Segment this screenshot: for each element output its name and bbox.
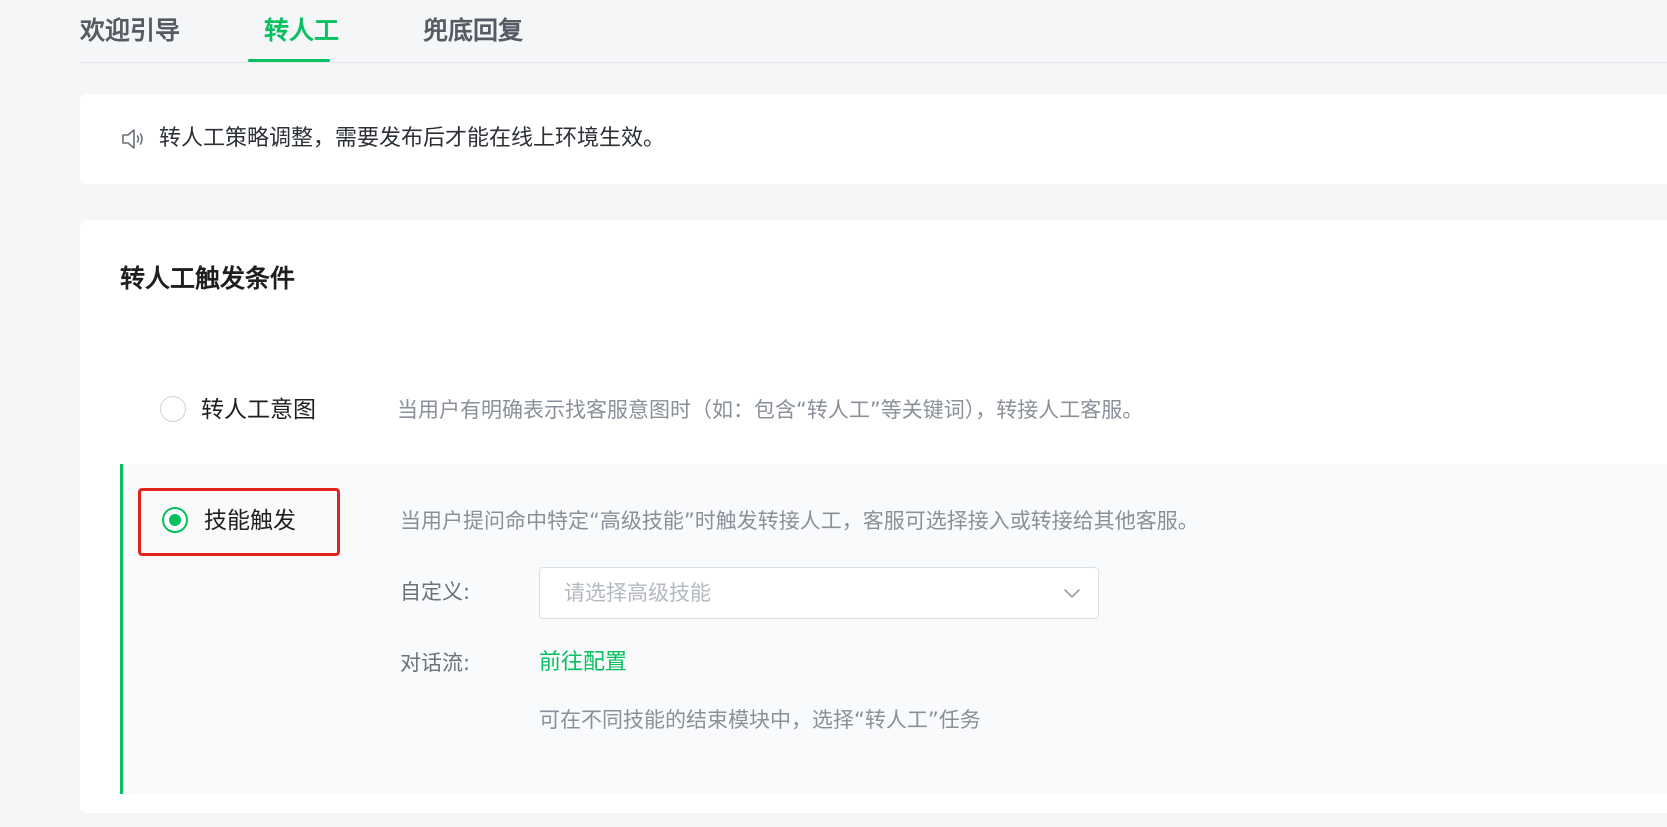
tab-bar: 欢迎引导 转人工 兜底回复 [80,0,1667,63]
chevron-down-icon [1064,589,1080,598]
notice-bar: 转人工策略调整，需要发布后才能在线上环境生效。 [80,94,1667,184]
page: 欢迎引导 转人工 兜底回复 转人工策略调整，需要发布后才能在线上环境生效。 转人… [0,0,1667,827]
option-description-transfer-intent: 当用户有明确表示找客服意图时（如：包含“转人工”等关键词），转接人工客服。 [397,398,1144,422]
section-title: 转人工触发条件 [120,264,296,293]
dialog-flow-hint: 可在不同技能的结束模块中，选择“转人工”任务 [539,708,981,732]
option-label-transfer-intent[interactable]: 转人工意图 [201,394,316,426]
dialog-flow-label: 对话流: [400,651,471,675]
active-tab-indicator [248,59,330,62]
radio-skill-trigger[interactable] [162,507,188,533]
trigger-conditions-card: 转人工触发条件 转人工意图 当用户有明确表示找客服意图时（如：包含“转人工”等关… [80,220,1667,813]
tab-welcome-guide[interactable]: 欢迎引导 [80,14,180,48]
go-configure-link[interactable]: 前往配置 [539,647,627,679]
tab-fallback-reply[interactable]: 兜底回复 [423,14,523,48]
option-description-skill-trigger: 当用户提问命中特定“高级技能”时触发转接人工，客服可选择接入或转接给其他客服。 [400,509,1199,533]
advanced-skill-select[interactable]: 请选择高级技能 [539,567,1099,619]
tab-transfer-to-human[interactable]: 转人工 [264,14,339,48]
custom-field-label: 自定义: [400,580,471,604]
radio-transfer-intent[interactable] [160,396,186,422]
speaker-icon [122,129,143,149]
option-label-skill-trigger[interactable]: 技能触发 [204,505,296,537]
select-placeholder: 请选择高级技能 [564,581,711,605]
notice-text: 转人工策略调整，需要发布后才能在线上环境生效。 [159,126,666,151]
